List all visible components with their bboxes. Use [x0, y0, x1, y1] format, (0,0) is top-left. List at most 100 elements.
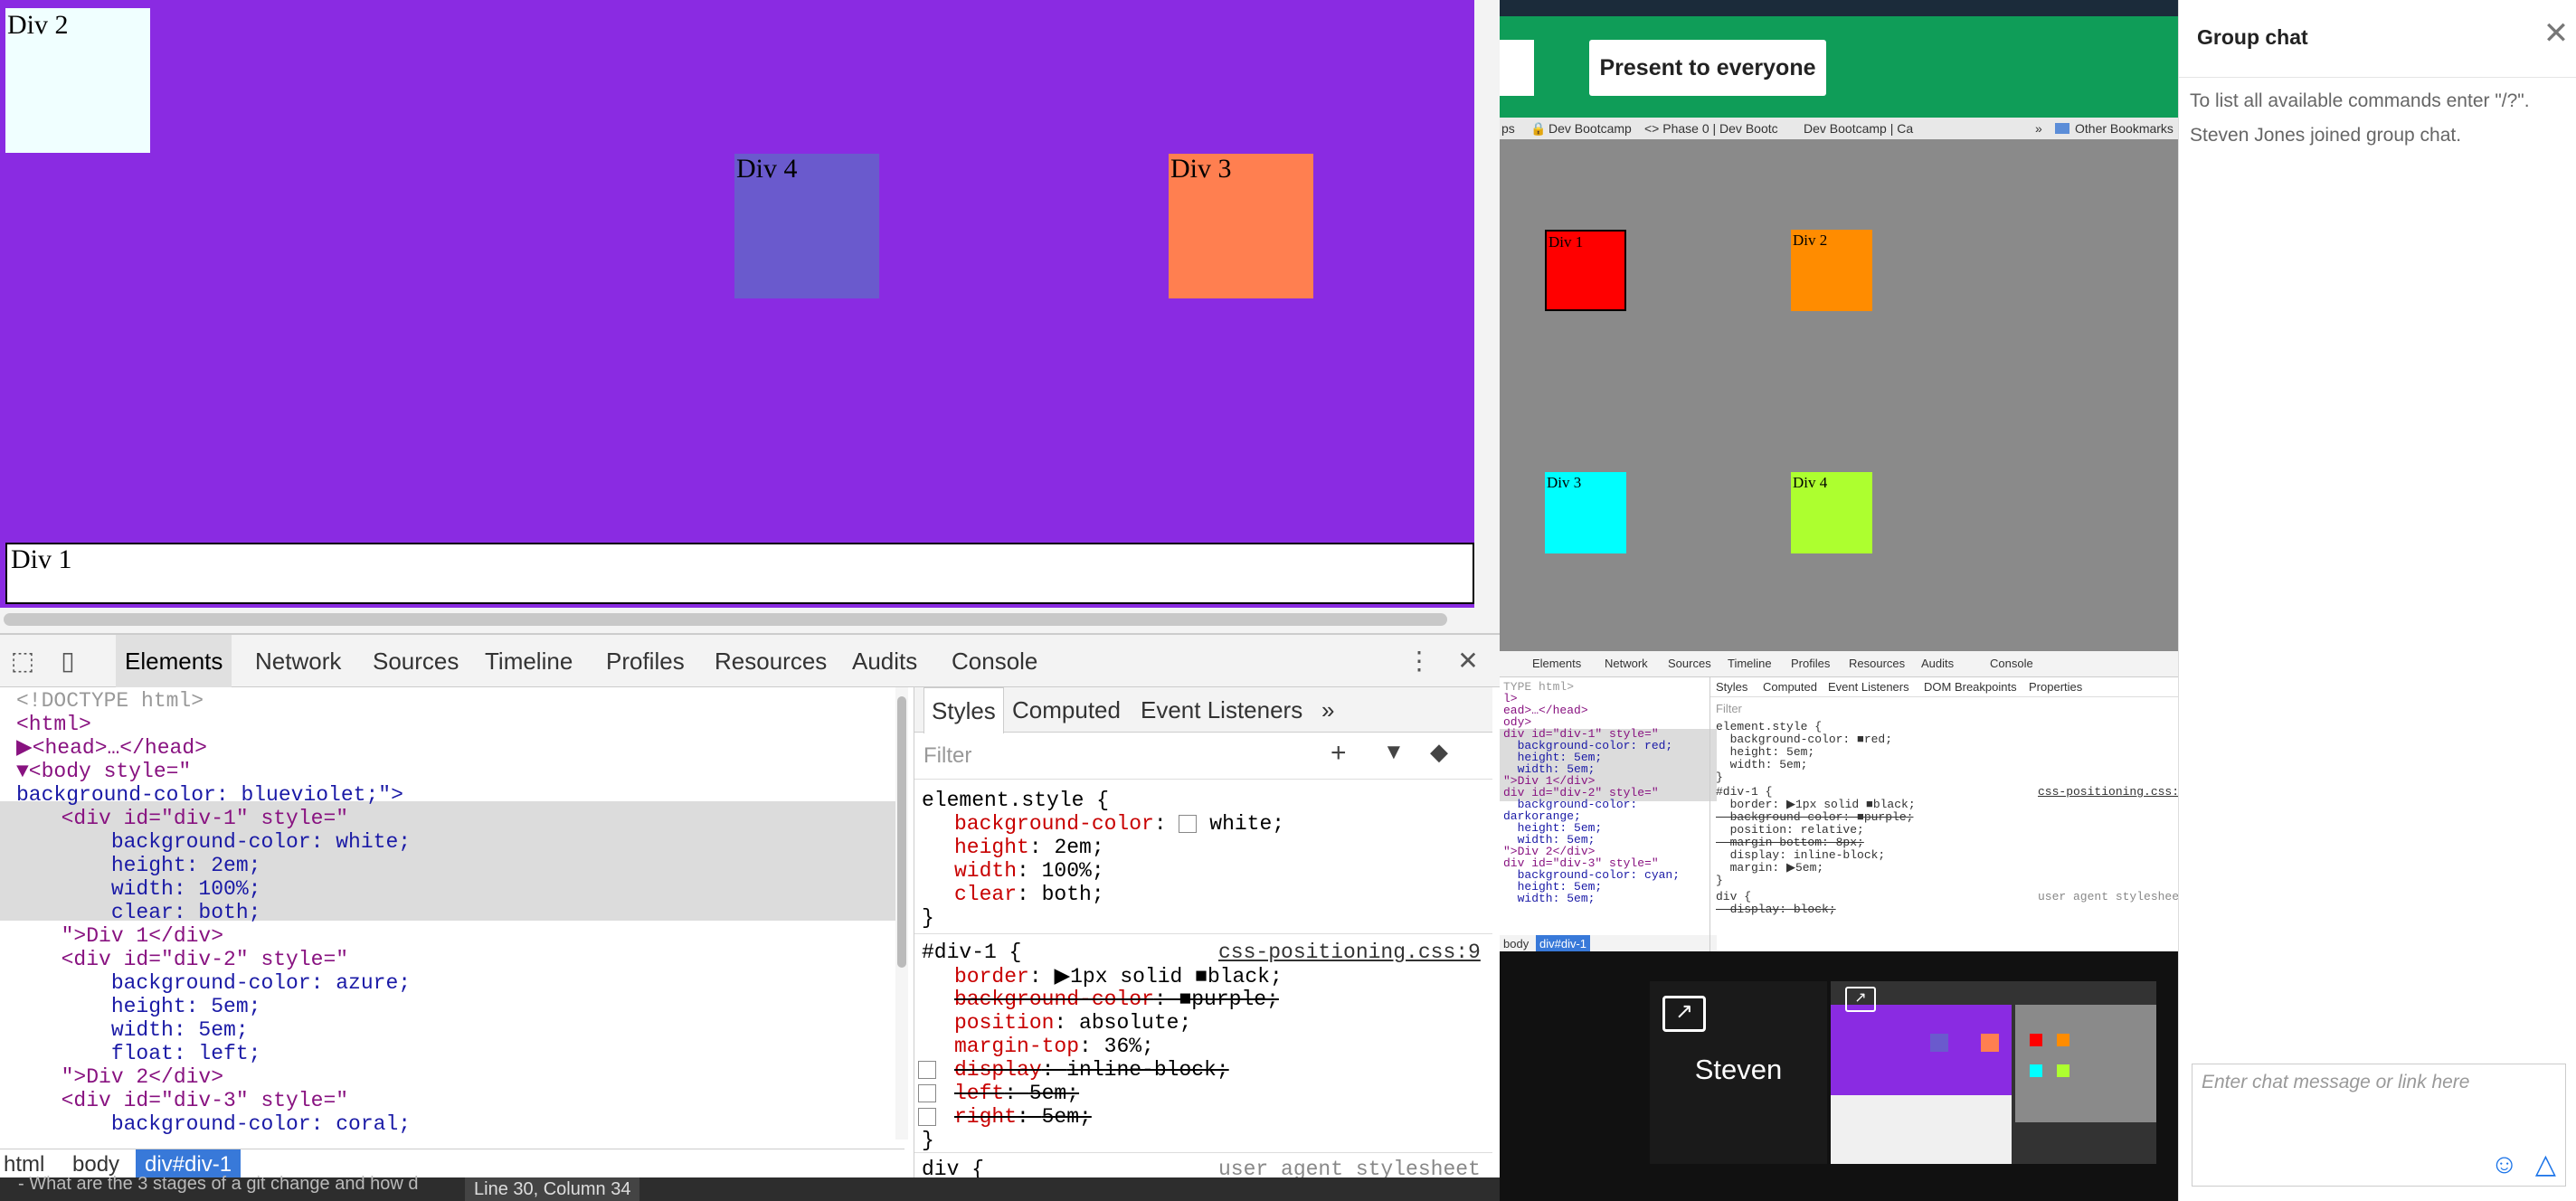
- shared-styles-tabs: Styles Computed Event Listeners DOM Brea…: [1710, 676, 2179, 697]
- lock-icon: 🔒: [1530, 121, 1547, 136]
- css-property[interactable]: border: [954, 965, 1029, 988]
- tab-elements[interactable]: Elements: [116, 635, 232, 687]
- color-swatch[interactable]: [1179, 814, 1198, 833]
- css-property[interactable]: left: [954, 1082, 1004, 1105]
- shared-div-4: Div 4: [1791, 472, 1872, 553]
- css-declaration-overridden: background-color: ■purple;: [954, 988, 1279, 1011]
- tab-console[interactable]: Console: [952, 635, 1037, 687]
- bookmark: Dev Bootcamp | Ca: [1804, 121, 1914, 136]
- tab-timeline[interactable]: Timeline: [485, 635, 573, 687]
- pin-icon[interactable]: ▼: [1383, 740, 1405, 765]
- device-mode-icon[interactable]: ▯: [52, 646, 83, 676]
- tab-network[interactable]: Network: [255, 635, 341, 687]
- dom-line[interactable]: ">Div 1</div>: [36, 924, 223, 948]
- tab-audits[interactable]: Audits: [852, 635, 917, 687]
- css-value[interactable]: 36%;: [1104, 1035, 1154, 1058]
- dom-line[interactable]: <!DOCTYPE html>: [16, 689, 204, 713]
- shared-div-1-label: Div 1: [1548, 233, 1584, 251]
- css-property[interactable]: background-color: [954, 812, 1154, 836]
- dom-line[interactable]: <div id="div-3" style=": [36, 1089, 348, 1112]
- css-value[interactable]: 100%;: [1042, 859, 1104, 883]
- css-declaration-disabled: display: inline-block;: [954, 1058, 1229, 1082]
- shared-div-3-label: Div 3: [1547, 474, 1582, 491]
- present-to-everyone-button[interactable]: Present to everyone: [1589, 40, 1826, 96]
- dom-line[interactable]: height: 5em;: [36, 995, 261, 1018]
- css-value[interactable]: 5em;: [1042, 1105, 1092, 1129]
- dom-line[interactable]: clear: both;: [36, 901, 261, 924]
- dom-line[interactable]: float: left;: [36, 1042, 261, 1065]
- tab-resources[interactable]: Resources: [715, 635, 827, 687]
- dom-line[interactable]: width: 100%;: [36, 877, 261, 901]
- dom-line[interactable]: background-color: azure;: [36, 971, 411, 995]
- dom-line[interactable]: ">Div 2</div>: [36, 1065, 223, 1089]
- shared-style-tab: Styles: [1716, 680, 1748, 694]
- tab-profiles[interactable]: Profiles: [606, 635, 685, 687]
- dom-scrollbar[interactable]: [895, 687, 908, 1140]
- dom-line[interactable]: height: 2em;: [36, 854, 261, 877]
- close-icon[interactable]: ✕: [2541, 18, 2571, 49]
- dom-line[interactable]: background-color: coral;: [36, 1112, 411, 1136]
- dom-line[interactable]: background-color: blueviolet;">: [16, 783, 403, 807]
- dom-line[interactable]: <div id="div-2" style=": [36, 948, 348, 971]
- css-property[interactable]: height: [954, 836, 1029, 859]
- dom-line[interactable]: ▶<head>…</head>: [16, 736, 207, 760]
- tab-event-listeners[interactable]: Event Listeners: [1141, 687, 1302, 733]
- thumbnail-orange-square: [2057, 1034, 2069, 1046]
- drive-icon[interactable]: △: [2535, 1149, 2556, 1180]
- dom-tree[interactable]: <!DOCTYPE html> <html> ▶<head>…</head> ▼…: [0, 687, 895, 1140]
- css-value[interactable]: ■purple;: [1179, 988, 1278, 1011]
- editor-strip: - What are the 3 stages of a git change …: [0, 1174, 1500, 1201]
- css-value[interactable]: white;: [1209, 812, 1284, 836]
- more-tabs-button[interactable]: »: [1321, 687, 1334, 733]
- horizontal-scrollbar[interactable]: [0, 608, 1474, 633]
- dom-line[interactable]: <html>: [16, 713, 91, 736]
- css-value[interactable]: 5em;: [1029, 1082, 1079, 1105]
- screen-share-icon: ↗: [1845, 987, 1876, 1012]
- toggle-element-state-icon[interactable]: ◆: [1430, 738, 1448, 766]
- dom-line[interactable]: ▼<body style=": [16, 760, 191, 783]
- css-property[interactable]: position: [954, 1011, 1054, 1035]
- dom-line[interactable]: background-color: white;: [36, 830, 411, 854]
- declaration-checkbox[interactable]: [918, 1084, 936, 1102]
- rule-source-link[interactable]: css-positioning.css:9: [1218, 941, 1481, 964]
- scrollbar-thumb[interactable]: [897, 696, 906, 968]
- emoji-icon[interactable]: ☺: [2490, 1149, 2518, 1180]
- declaration-checkbox[interactable]: [918, 1108, 936, 1126]
- scrollbar-thumb[interactable]: [4, 613, 1447, 626]
- tab-sources[interactable]: Sources: [373, 635, 459, 687]
- dom-line[interactable]: width: 5em;: [36, 1018, 249, 1042]
- styles-filter-input[interactable]: Filter: [923, 743, 971, 769]
- styles-tab-bar: Styles Computed Event Listeners »: [914, 687, 1492, 733]
- close-icon[interactable]: ✕: [1453, 646, 1483, 676]
- participant-tile[interactable]: ↗ Steven: [1650, 981, 1827, 1164]
- css-property[interactable]: display: [954, 1058, 1042, 1082]
- chat-header: Group chat: [2179, 0, 2576, 78]
- inspect-element-icon[interactable]: ⬚: [7, 646, 38, 676]
- css-value[interactable]: both;: [1042, 883, 1104, 906]
- new-style-rule-icon[interactable]: +: [1331, 738, 1347, 769]
- css-value[interactable]: ▶1px solid ■black;: [1054, 965, 1282, 988]
- dom-line[interactable]: <div id="div-1" style=": [36, 807, 348, 830]
- more-options-icon[interactable]: ⋮: [1404, 646, 1435, 676]
- tab-styles[interactable]: Styles: [923, 687, 1004, 733]
- viewport-right-edge: [1474, 0, 1500, 633]
- css-property[interactable]: right: [954, 1105, 1017, 1129]
- css-value[interactable]: 2em;: [1054, 836, 1103, 859]
- shared-tab: Profiles: [1791, 657, 1831, 670]
- css-value[interactable]: inline-block;: [1066, 1058, 1228, 1082]
- css-value[interactable]: absolute;: [1079, 1011, 1191, 1035]
- devtools-toolbar: ⬚ ▯ Elements Network Sources Timeline Pr…: [0, 635, 1500, 687]
- declaration-checkbox[interactable]: [918, 1061, 936, 1079]
- devtools-panel: ⬚ ▯ Elements Network Sources Timeline Pr…: [0, 633, 1500, 1185]
- chat-message-input[interactable]: Enter chat message or link here ☺ △: [2192, 1064, 2566, 1187]
- css-property[interactable]: width: [954, 859, 1017, 883]
- css-property[interactable]: clear: [954, 883, 1017, 906]
- tab-computed[interactable]: Computed: [1012, 687, 1121, 733]
- css-property[interactable]: background-color: [954, 988, 1154, 1011]
- shared-style-line: height: 5em;: [1716, 745, 1815, 759]
- toolbar-button[interactable]: [1500, 40, 1534, 96]
- screen-share-thumbnail[interactable]: ↗: [1831, 981, 2156, 1164]
- css-property[interactable]: margin-top: [954, 1035, 1079, 1058]
- thumbnail-shared-page: [2015, 1005, 2156, 1122]
- bookmark: <> Phase 0 | Dev Bootc: [1644, 121, 1778, 136]
